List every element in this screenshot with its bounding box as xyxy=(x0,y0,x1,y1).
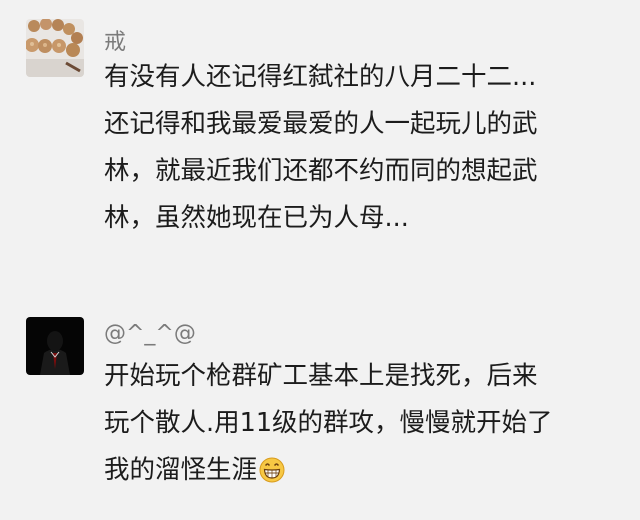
username[interactable]: 戒 xyxy=(104,24,126,56)
prayer-beads-avatar-icon xyxy=(26,19,84,77)
avatar[interactable] xyxy=(26,19,84,77)
username[interactable]: @^_^@ xyxy=(104,321,196,346)
comment-item: 戒 有没有人还记得红弑社的八月二十二... 还记得和我最爱最爱的人一起玩儿的武 … xyxy=(0,0,640,270)
comment-text: 开始玩个枪群矿工基本上是找死，后来 玩个散人.用11级的群攻，慢慢就开始了 我的… xyxy=(104,353,624,499)
avatar[interactable] xyxy=(26,317,84,375)
comment-line: 林，就最近我们还都不约而同的想起武 xyxy=(104,156,538,186)
comment-line-text: 我的溜怪生涯 xyxy=(104,455,258,485)
comment-line: 开始玩个枪群矿工基本上是找死，后来 xyxy=(104,361,538,391)
comment-line: 有没有人还记得红弑社的八月二十二... xyxy=(104,62,537,92)
comment-item: @^_^@ 开始玩个枪群矿工基本上是找死，后来 玩个散人.用11级的群攻，慢慢就… xyxy=(0,300,640,520)
comment-line: 玩个散人.用11级的群攻，慢慢就开始了 xyxy=(104,408,553,438)
grinning-face-icon xyxy=(259,452,285,499)
comment-line: 我的溜怪生涯 xyxy=(104,447,624,499)
comment-text: 有没有人还记得红弑社的八月二十二... 还记得和我最爱最爱的人一起玩儿的武 林，… xyxy=(104,54,624,242)
comment-line: 林，虽然她现在已为人母... xyxy=(104,203,409,233)
comment-line: 还记得和我最爱最爱的人一起玩儿的武 xyxy=(104,109,538,139)
dark-figure-avatar-icon xyxy=(26,317,84,375)
